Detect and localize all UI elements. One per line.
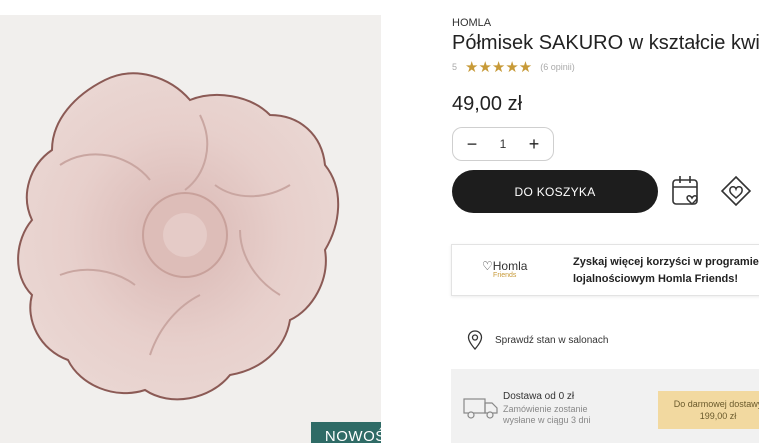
free-delivery-box: Do darmowej dostawy 199,00 zł [658, 391, 759, 429]
decrease-quantity-button[interactable]: − [463, 134, 481, 155]
store-label: Sprawdź stan w salonach [495, 334, 609, 346]
loyalty-promo-banner[interactable]: ♡Homla Friends Zyskaj więcej korzyści w … [451, 244, 759, 296]
delivery-subtitle: Zamówienie zostanie wysłane w ciągu 3 dn… [503, 404, 591, 425]
heart-diamond-icon[interactable] [719, 174, 753, 213]
truck-icon [463, 398, 498, 419]
price: 49,00 zł [452, 93, 523, 115]
reviews-count[interactable]: (6 opinii) [540, 62, 575, 72]
rating-value: 5 [452, 62, 458, 72]
quantity-value[interactable]: 1 [500, 137, 507, 151]
homla-friends-logo: ♡Homla Friends [482, 259, 528, 279]
add-to-cart-button[interactable]: DO KOSZYKA [452, 170, 658, 213]
calendar-heart-icon[interactable] [671, 174, 703, 213]
location-pin-icon [467, 330, 483, 350]
delivery-title: Dostawa od 0 zł [503, 391, 575, 402]
new-badge: NOWOŚĆ [311, 422, 381, 443]
delivery-info: Dostawa od 0 zł Zamówienie zostanie wysł… [451, 369, 759, 443]
product-image[interactable]: NOWOŚĆ [0, 15, 381, 443]
rating[interactable]: 5 ★★★★★ (6 opinii) [452, 58, 575, 76]
increase-quantity-button[interactable]: + [525, 134, 543, 155]
brand-link[interactable]: HOMLA [452, 17, 491, 29]
promo-text: Zyskaj więcej korzyści w programie lojal… [573, 256, 759, 285]
product-title: Półmisek SAKURO w kształcie kwiata [452, 32, 759, 54]
rating-stars: ★★★★★ [465, 59, 533, 76]
check-store-availability-link[interactable]: Sprawdź stan w salonach [467, 330, 608, 350]
quantity-stepper: − 1 + [452, 127, 554, 161]
